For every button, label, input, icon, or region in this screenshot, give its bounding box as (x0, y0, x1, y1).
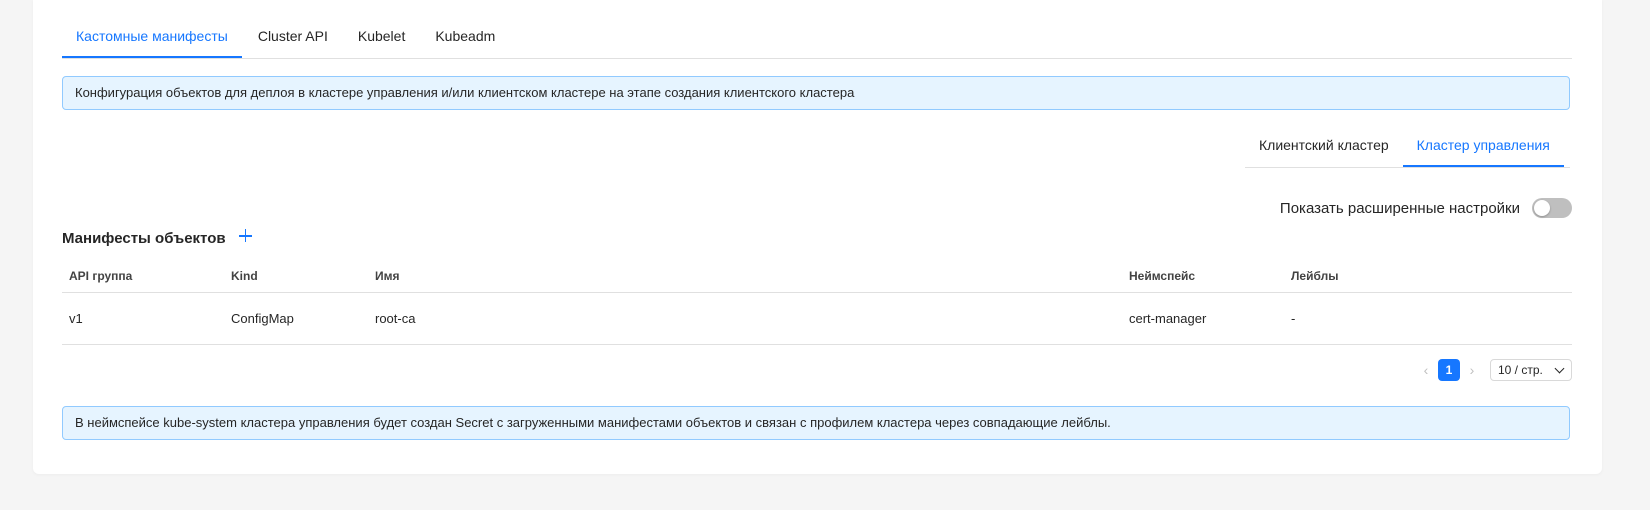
tab-management-cluster[interactable]: Кластер управления (1402, 127, 1564, 167)
info-alert: Конфигурация объектов для деплоя в класт… (62, 76, 1570, 110)
manifests-title: Манифесты объектов (62, 229, 226, 247)
table-header: API группа Kind Имя Неймспейс Лейблы (62, 260, 1572, 293)
chevron-left-icon[interactable]: ‹ (1418, 360, 1434, 380)
tab-kubelet[interactable]: Kubelet (344, 18, 419, 58)
pagination: ‹ 1 › 10 / стр. (1418, 359, 1572, 381)
page-size-value: 10 / стр. (1498, 363, 1543, 377)
cluster-tabs: Клиентский кластер Кластер управления (1245, 127, 1570, 168)
column-labels: Лейблы (1291, 269, 1339, 283)
manifests-header: Манифесты объектов (62, 227, 254, 249)
cell-labels: - (1291, 311, 1296, 326)
column-namespace: Неймспейс (1129, 269, 1196, 283)
top-tabs: Кастомные манифесты Cluster API Kubelet … (62, 18, 1572, 59)
advanced-settings-label: Показать расширенные настройки (1279, 199, 1520, 217)
tab-custom-manifests[interactable]: Кастомные манифесты (62, 18, 242, 58)
settings-card: Кастомные манифесты Cluster API Kubelet … (33, 0, 1602, 474)
cell-namespace: cert-manager (1129, 311, 1207, 326)
cell-kind: ConfigMap (231, 311, 294, 326)
tab-cluster-api[interactable]: Cluster API (244, 18, 342, 58)
advanced-settings-switch[interactable] (1532, 198, 1572, 218)
chevron-right-icon[interactable]: › (1464, 360, 1480, 380)
page-button-current[interactable]: 1 (1438, 359, 1460, 381)
chevron-down-icon (1554, 363, 1565, 374)
page-size-select[interactable]: 10 / стр. (1490, 359, 1572, 381)
secret-info-alert: В неймспейсе kube-system кластера управл… (62, 406, 1570, 440)
column-kind: Kind (231, 269, 258, 283)
column-api-group: API группа (69, 269, 133, 283)
switch-knob (1534, 200, 1550, 216)
tab-client-cluster[interactable]: Клиентский кластер (1245, 127, 1403, 167)
advanced-settings-row: Показать расширенные настройки (1280, 197, 1572, 219)
cell-name: root-ca (375, 311, 416, 326)
plus-icon[interactable] (238, 228, 254, 244)
table-row[interactable]: v1 ConfigMap root-ca cert-manager - (62, 293, 1572, 345)
manifests-table: API группа Kind Имя Неймспейс Лейблы v1 … (62, 260, 1572, 345)
tab-kubeadm[interactable]: Kubeadm (421, 18, 509, 58)
column-name: Имя (375, 269, 400, 283)
cell-api-group: v1 (69, 311, 83, 326)
